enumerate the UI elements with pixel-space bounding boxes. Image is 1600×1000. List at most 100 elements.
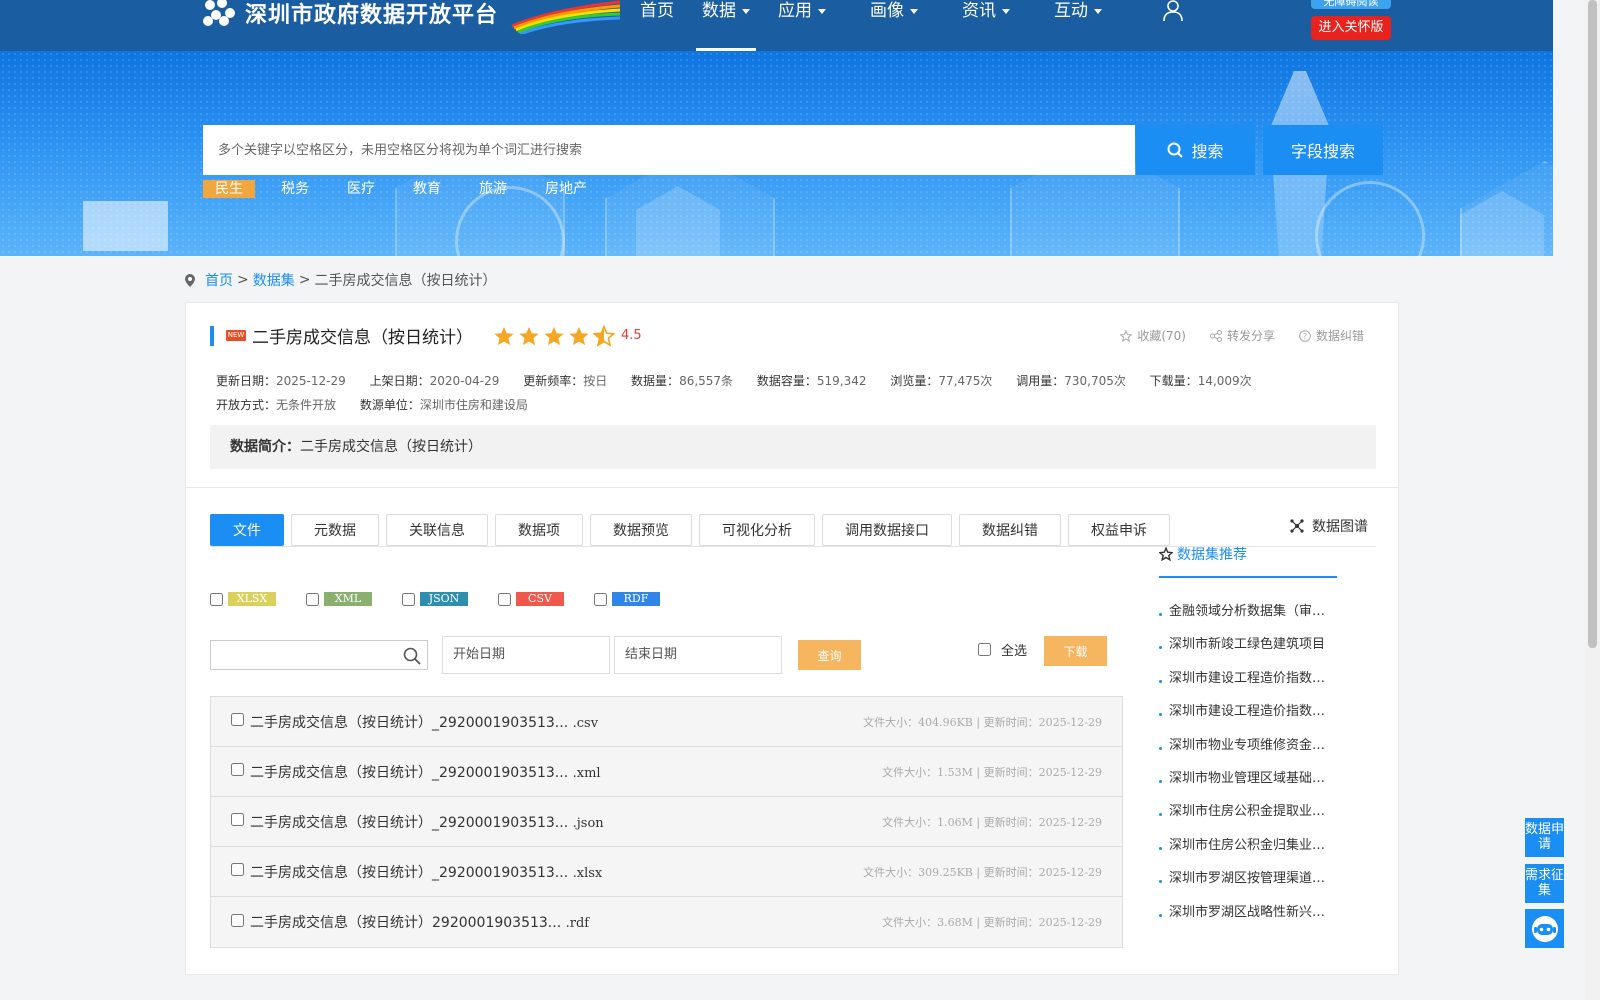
tab-data-items[interactable]: 数据项 — [495, 514, 583, 546]
end-date-input[interactable]: 结束日期 — [614, 636, 782, 674]
file-checkbox[interactable] — [231, 863, 244, 876]
file-checkbox[interactable] — [231, 813, 244, 826]
favorite-button[interactable]: 收藏(70) — [1120, 327, 1186, 344]
recommend-item[interactable]: 深圳市物业专项维修资金信息 — [1159, 734, 1337, 767]
tab-api[interactable]: 调用数据接口 — [822, 514, 952, 546]
recommend-item[interactable]: 深圳市建设工程造价指数信息 — [1159, 667, 1337, 700]
tag-tax[interactable]: 税务 — [269, 180, 321, 198]
file-name[interactable]: 二手房成交信息（按日统计）_2920001903513... .csv — [250, 712, 598, 732]
search-button[interactable]: 搜索 — [1136, 125, 1255, 175]
field-search-button[interactable]: 字段搜索 — [1263, 125, 1383, 175]
intro-text: 二手房成交信息（按日统计） — [300, 439, 482, 455]
share-button[interactable]: 转发分享 — [1209, 327, 1275, 344]
query-button[interactable]: 查询 — [798, 640, 861, 670]
format-xlsx-checkbox[interactable] — [210, 592, 223, 606]
tag-livelihood[interactable]: 民生 — [203, 180, 255, 198]
nav-apps[interactable]: 应用 — [778, 0, 826, 51]
dataset-info-card: NEW 二手房成交信息（按日统计） 4.5 收藏(70) 转发分享 ? 数据纠错… — [185, 302, 1399, 488]
tab-appeal[interactable]: 权益申诉 — [1068, 514, 1170, 546]
demand-collect-button[interactable]: 需求征集 — [1525, 864, 1564, 903]
tab-related[interactable]: 关联信息 — [386, 514, 488, 546]
intro-label: 数据简介： — [230, 439, 300, 455]
hot-tags: 民生 税务 医疗 教育 旅游 房地产 — [203, 180, 613, 198]
file-checkbox[interactable] — [231, 713, 244, 726]
file-row[interactable]: 二手房成交信息（按日统计）_2920001903513... .json 文件大… — [211, 797, 1122, 847]
file-row[interactable]: 二手房成交信息（按日统计）_2920001903513... .xml 文件大小… — [211, 747, 1122, 797]
tab-metadata[interactable]: 元数据 — [291, 514, 379, 546]
recommend-item[interactable]: 深圳市住房公积金提取业务信息 — [1159, 800, 1337, 833]
file-row[interactable]: 二手房成交信息（按日统计）_2920001903513... .csv 文件大小… — [211, 697, 1122, 747]
robot-icon — [1531, 915, 1558, 942]
nav-portrait[interactable]: 画像 — [870, 0, 918, 51]
meta-update-date: 更新日期：2025-12-29 — [216, 374, 346, 388]
breadcrumb-home[interactable]: 首页 — [205, 270, 233, 290]
chevron-down-icon — [1002, 8, 1010, 14]
data-apply-button[interactable]: 数据申请 — [1525, 818, 1564, 857]
tag-travel[interactable]: 旅游 — [467, 180, 519, 198]
recommend-item[interactable]: 深圳市建设工程造价指数信息 — [1159, 700, 1337, 733]
format-json-checkbox[interactable] — [402, 592, 415, 606]
file-search-input[interactable] — [210, 640, 428, 670]
report-error-button[interactable]: ? 数据纠错 — [1299, 327, 1364, 344]
file-name[interactable]: 二手房成交信息（按日统计）2920001903513... .rdf — [250, 912, 589, 932]
recommend-item[interactable]: 金融领域分析数据集（审计） — [1159, 600, 1337, 633]
nav-data[interactable]: 数据 — [696, 0, 756, 51]
tab-files[interactable]: 文件 — [210, 514, 284, 546]
star-icon — [494, 326, 514, 345]
file-checkbox[interactable] — [231, 763, 244, 776]
svg-text:?: ? — [1303, 332, 1307, 341]
recommend-panel: 数据集推荐 金融领域分析数据集（审计） 深圳市新竣工绿色建筑项目 深圳市建设工程… — [1159, 544, 1337, 934]
chatbot-button[interactable] — [1525, 909, 1564, 948]
search-input[interactable] — [203, 125, 1135, 175]
recommend-item[interactable]: 深圳市新竣工绿色建筑项目 — [1159, 633, 1337, 666]
site-logo[interactable]: 深圳市政府数据开放平台 — [203, 0, 498, 28]
tab-correction[interactable]: 数据纠错 — [959, 514, 1061, 546]
format-json-label: JSON — [420, 592, 468, 606]
accessibility-button[interactable]: 无障碍阅读 — [1311, 0, 1391, 9]
format-xlsx[interactable]: XLSX — [210, 592, 276, 606]
select-all-checkbox[interactable] — [978, 643, 991, 656]
recommend-item[interactable]: 深圳市罗湖区战略性新兴产业 — [1159, 901, 1337, 934]
file-name[interactable]: 二手房成交信息（按日统计）_2920001903513... .xml — [250, 762, 601, 782]
breadcrumb-dataset[interactable]: 数据集 — [253, 270, 295, 290]
format-csv-label: CSV — [516, 592, 564, 606]
start-date-input[interactable]: 开始日期 — [442, 636, 610, 674]
file-row[interactable]: 二手房成交信息（按日统计）_2920001903513... .xlsx 文件大… — [211, 847, 1122, 897]
format-csv-checkbox[interactable] — [498, 592, 511, 606]
rating-stars[interactable] — [493, 324, 615, 347]
nav-home[interactable]: 首页 — [640, 0, 674, 51]
tab-preview[interactable]: 数据预览 — [590, 514, 692, 546]
search-icon[interactable] — [403, 647, 421, 665]
format-xml-checkbox[interactable] — [306, 592, 319, 606]
format-rdf-label: RDF — [612, 592, 660, 606]
tab-visual-analysis[interactable]: 可视化分析 — [699, 514, 815, 546]
nav-interact[interactable]: 互动 — [1054, 0, 1102, 51]
care-mode-button[interactable]: 进入关怀版 — [1311, 16, 1391, 40]
scrollbar-thumb[interactable] — [1588, 0, 1597, 648]
dataset-title: 二手房成交信息（按日统计） — [252, 328, 473, 348]
share-label: 转发分享 — [1226, 329, 1275, 343]
format-csv[interactable]: CSV — [498, 592, 564, 606]
format-rdf-checkbox[interactable] — [594, 592, 607, 606]
tag-real-estate[interactable]: 房地产 — [533, 180, 599, 198]
file-checkbox[interactable] — [231, 913, 244, 927]
tag-medical[interactable]: 医疗 — [335, 180, 387, 198]
recommend-item[interactable]: 深圳市住房公积金归集业务信息 — [1159, 834, 1337, 867]
file-name[interactable]: 二手房成交信息（按日统计）_2920001903513... .json — [250, 812, 604, 832]
format-xml[interactable]: XML — [306, 592, 372, 606]
recommend-item[interactable]: 深圳市物业管理区域基础信息 — [1159, 767, 1337, 800]
format-json[interactable]: JSON — [402, 592, 468, 606]
user-icon[interactable] — [1163, 0, 1183, 22]
banner-decoration — [83, 201, 168, 251]
search-icon — [1167, 142, 1184, 158]
file-row[interactable]: 二手房成交信息（按日统计）2920001903513... .rdf 文件大小：… — [211, 897, 1122, 947]
format-rdf[interactable]: RDF — [594, 592, 660, 606]
download-button[interactable]: 下载 — [1044, 636, 1107, 666]
data-graph-link[interactable]: 数据图谱 — [1290, 516, 1368, 536]
tag-education[interactable]: 教育 — [401, 180, 453, 198]
select-all[interactable]: 全选 — [978, 640, 1027, 659]
file-meta: 文件大小：404.96KB | 更新时间：2025-12-29 — [863, 715, 1102, 729]
file-name[interactable]: 二手房成交信息（按日统计）_2920001903513... .xlsx — [250, 862, 602, 882]
recommend-item[interactable]: 深圳市罗湖区按管理渠道统计 — [1159, 867, 1337, 900]
nav-news[interactable]: 资讯 — [962, 0, 1010, 51]
